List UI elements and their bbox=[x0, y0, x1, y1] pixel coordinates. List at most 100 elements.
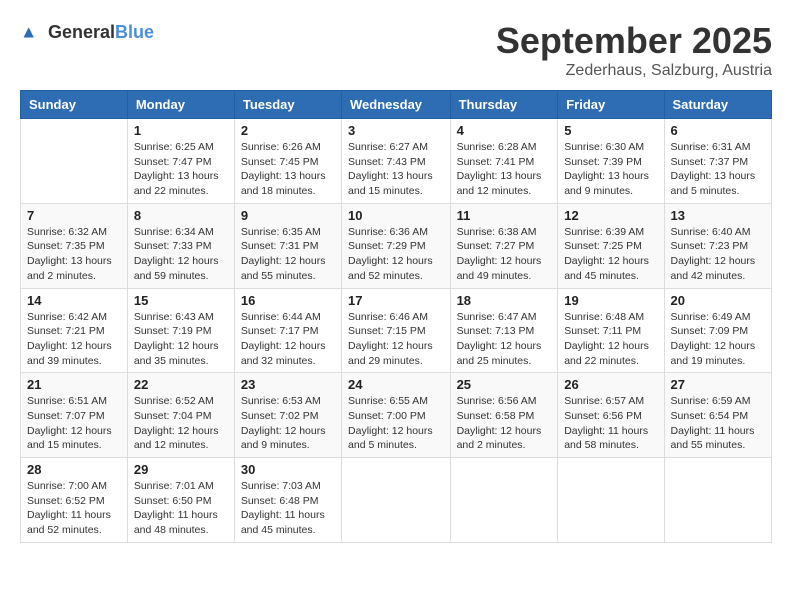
day-info: Sunrise: 7:00 AM Sunset: 6:52 PM Dayligh… bbox=[27, 479, 121, 538]
calendar-cell: 13 Sunrise: 6:40 AM Sunset: 7:23 PM Dayli… bbox=[664, 203, 771, 288]
calendar-cell: 29Sunrise: 7:01 AM Sunset: 6:50 PM Dayli… bbox=[127, 458, 234, 543]
calendar-cell: 3 Sunrise: 6:27 AM Sunset: 7:43 PM Daylig… bbox=[342, 119, 451, 204]
calendar-week-row: 14Sunrise: 6:42 AM Sunset: 7:21 PM Dayli… bbox=[21, 288, 772, 373]
logo-icon: ▲ bbox=[20, 20, 44, 44]
day-number: 8 bbox=[134, 208, 228, 223]
day-info: Sunrise: 6:35 AM Sunset: 7:31 PM Dayligh… bbox=[241, 225, 335, 284]
calendar-header-row: SundayMondayTuesdayWednesdayThursdayFrid… bbox=[21, 91, 772, 119]
calendar-cell: 15Sunrise: 6:43 AM Sunset: 7:19 PM Dayli… bbox=[127, 288, 234, 373]
calendar-cell: 26 Sunrise: 6:57 AM Sunset: 6:56 PM Dayli… bbox=[558, 373, 664, 458]
day-info: Sunrise: 6:44 AM Sunset: 7:17 PM Dayligh… bbox=[241, 310, 335, 369]
day-info: Sunrise: 6:47 AM Sunset: 7:13 PM Dayligh… bbox=[457, 310, 552, 369]
calendar-week-row: 21 Sunrise: 6:51 AM Sunset: 7:07 PM Dayli… bbox=[21, 373, 772, 458]
calendar-cell: 19 Sunrise: 6:48 AM Sunset: 7:11 PM Dayli… bbox=[558, 288, 664, 373]
column-header-tuesday: Tuesday bbox=[234, 91, 341, 119]
calendar-cell: 22 Sunrise: 6:52 AM Sunset: 7:04 PM Dayli… bbox=[127, 373, 234, 458]
calendar-cell: 21 Sunrise: 6:51 AM Sunset: 7:07 PM Dayli… bbox=[21, 373, 128, 458]
day-info: Sunrise: 6:56 AM Sunset: 6:58 PM Dayligh… bbox=[457, 394, 552, 453]
calendar-cell: 30 Sunrise: 7:03 AM Sunset: 6:48 PM Dayli… bbox=[234, 458, 341, 543]
day-number: 1 bbox=[134, 123, 228, 138]
column-header-friday: Friday bbox=[558, 91, 664, 119]
calendar-cell: 27 Sunrise: 6:59 AM Sunset: 6:54 PM Dayli… bbox=[664, 373, 771, 458]
day-info: Sunrise: 6:51 AM Sunset: 7:07 PM Dayligh… bbox=[27, 394, 121, 453]
day-number: 4 bbox=[457, 123, 552, 138]
day-number: 26 bbox=[564, 377, 657, 392]
day-info: Sunrise: 6:32 AM Sunset: 7:35 PM Dayligh… bbox=[27, 225, 121, 284]
day-number: 15 bbox=[134, 293, 228, 308]
day-info: Sunrise: 6:31 AM Sunset: 7:37 PM Dayligh… bbox=[671, 140, 765, 199]
calendar-cell: 17 Sunrise: 6:46 AM Sunset: 7:15 PM Dayli… bbox=[342, 288, 451, 373]
day-info: Sunrise: 6:40 AM Sunset: 7:23 PM Dayligh… bbox=[671, 225, 765, 284]
day-info: Sunrise: 6:57 AM Sunset: 6:56 PM Dayligh… bbox=[564, 394, 657, 453]
day-number: 23 bbox=[241, 377, 335, 392]
day-number: 18 bbox=[457, 293, 552, 308]
day-number: 17 bbox=[348, 293, 444, 308]
day-info: Sunrise: 6:53 AM Sunset: 7:02 PM Dayligh… bbox=[241, 394, 335, 453]
day-info: Sunrise: 6:36 AM Sunset: 7:29 PM Dayligh… bbox=[348, 225, 444, 284]
calendar-week-row: 7Sunrise: 6:32 AM Sunset: 7:35 PM Daylig… bbox=[21, 203, 772, 288]
day-number: 6 bbox=[671, 123, 765, 138]
calendar-cell bbox=[21, 119, 128, 204]
calendar-cell bbox=[450, 458, 558, 543]
logo-text-blue: Blue bbox=[115, 22, 154, 42]
day-number: 5 bbox=[564, 123, 657, 138]
day-number: 10 bbox=[348, 208, 444, 223]
calendar-cell: 16 Sunrise: 6:44 AM Sunset: 7:17 PM Dayli… bbox=[234, 288, 341, 373]
calendar-cell: 9 Sunrise: 6:35 AM Sunset: 7:31 PM Daylig… bbox=[234, 203, 341, 288]
day-number: 27 bbox=[671, 377, 765, 392]
day-info: Sunrise: 6:49 AM Sunset: 7:09 PM Dayligh… bbox=[671, 310, 765, 369]
day-info: Sunrise: 6:46 AM Sunset: 7:15 PM Dayligh… bbox=[348, 310, 444, 369]
svg-text:▲: ▲ bbox=[20, 22, 37, 42]
calendar-cell: 1 Sunrise: 6:25 AM Sunset: 7:47 PM Daylig… bbox=[127, 119, 234, 204]
day-info: Sunrise: 6:59 AM Sunset: 6:54 PM Dayligh… bbox=[671, 394, 765, 453]
day-number: 21 bbox=[27, 377, 121, 392]
day-number: 11 bbox=[457, 208, 552, 223]
calendar-cell bbox=[558, 458, 664, 543]
day-info: Sunrise: 7:01 AM Sunset: 6:50 PM Dayligh… bbox=[134, 479, 228, 538]
calendar-cell: 10 Sunrise: 6:36 AM Sunset: 7:29 PM Dayli… bbox=[342, 203, 451, 288]
calendar-cell: 12Sunrise: 6:39 AM Sunset: 7:25 PM Dayli… bbox=[558, 203, 664, 288]
day-number: 9 bbox=[241, 208, 335, 223]
location-title: Zederhaus, Salzburg, Austria bbox=[496, 62, 772, 80]
day-info: Sunrise: 6:34 AM Sunset: 7:33 PM Dayligh… bbox=[134, 225, 228, 284]
calendar-cell: 2Sunrise: 6:26 AM Sunset: 7:45 PM Daylig… bbox=[234, 119, 341, 204]
day-info: Sunrise: 7:03 AM Sunset: 6:48 PM Dayligh… bbox=[241, 479, 335, 538]
column-header-saturday: Saturday bbox=[664, 91, 771, 119]
day-number: 25 bbox=[457, 377, 552, 392]
day-number: 16 bbox=[241, 293, 335, 308]
month-title: September 2025 bbox=[496, 20, 772, 62]
calendar-cell: 6 Sunrise: 6:31 AM Sunset: 7:37 PM Daylig… bbox=[664, 119, 771, 204]
title-block: September 2025 Zederhaus, Salzburg, Aust… bbox=[496, 20, 772, 80]
column-header-monday: Monday bbox=[127, 91, 234, 119]
calendar-cell: 4Sunrise: 6:28 AM Sunset: 7:41 PM Daylig… bbox=[450, 119, 558, 204]
day-number: 13 bbox=[671, 208, 765, 223]
calendar-cell: 20Sunrise: 6:49 AM Sunset: 7:09 PM Dayli… bbox=[664, 288, 771, 373]
logo-text-general: General bbox=[48, 22, 115, 42]
day-number: 22 bbox=[134, 377, 228, 392]
day-info: Sunrise: 6:27 AM Sunset: 7:43 PM Dayligh… bbox=[348, 140, 444, 199]
calendar-cell bbox=[664, 458, 771, 543]
day-info: Sunrise: 6:25 AM Sunset: 7:47 PM Dayligh… bbox=[134, 140, 228, 199]
calendar-cell: 28 Sunrise: 7:00 AM Sunset: 6:52 PM Dayli… bbox=[21, 458, 128, 543]
day-number: 30 bbox=[241, 462, 335, 477]
day-number: 3 bbox=[348, 123, 444, 138]
day-number: 19 bbox=[564, 293, 657, 308]
calendar-cell: 24Sunrise: 6:55 AM Sunset: 7:00 PM Dayli… bbox=[342, 373, 451, 458]
calendar-cell: 25 Sunrise: 6:56 AM Sunset: 6:58 PM Dayli… bbox=[450, 373, 558, 458]
day-info: Sunrise: 6:48 AM Sunset: 7:11 PM Dayligh… bbox=[564, 310, 657, 369]
day-number: 28 bbox=[27, 462, 121, 477]
calendar-cell: 23 Sunrise: 6:53 AM Sunset: 7:02 PM Dayli… bbox=[234, 373, 341, 458]
day-info: Sunrise: 6:42 AM Sunset: 7:21 PM Dayligh… bbox=[27, 310, 121, 369]
column-header-thursday: Thursday bbox=[450, 91, 558, 119]
calendar-cell: 11 Sunrise: 6:38 AM Sunset: 7:27 PM Dayli… bbox=[450, 203, 558, 288]
calendar-table: SundayMondayTuesdayWednesdayThursdayFrid… bbox=[20, 90, 772, 543]
calendar-cell: 5Sunrise: 6:30 AM Sunset: 7:39 PM Daylig… bbox=[558, 119, 664, 204]
day-info: Sunrise: 6:38 AM Sunset: 7:27 PM Dayligh… bbox=[457, 225, 552, 284]
calendar-week-row: 1 Sunrise: 6:25 AM Sunset: 7:47 PM Daylig… bbox=[21, 119, 772, 204]
calendar-cell bbox=[342, 458, 451, 543]
column-header-wednesday: Wednesday bbox=[342, 91, 451, 119]
day-info: Sunrise: 6:52 AM Sunset: 7:04 PM Dayligh… bbox=[134, 394, 228, 453]
calendar-cell: 18 Sunrise: 6:47 AM Sunset: 7:13 PM Dayli… bbox=[450, 288, 558, 373]
day-number: 24 bbox=[348, 377, 444, 392]
day-number: 12 bbox=[564, 208, 657, 223]
